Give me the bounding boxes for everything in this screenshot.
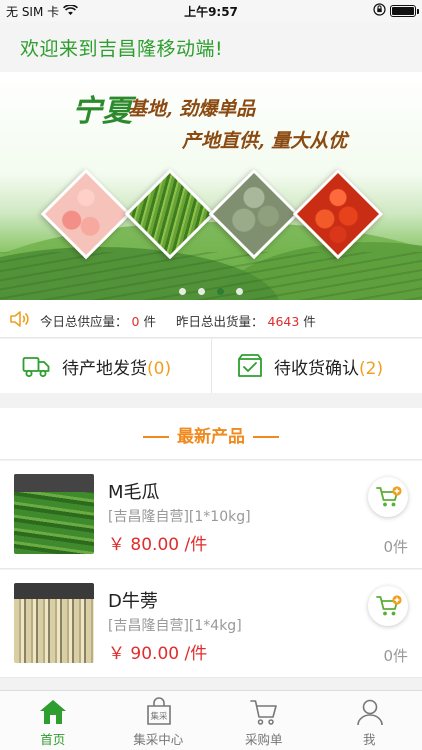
product-item[interactable]: M毛瓜 [吉昌隆自营][1*10kg] ￥ 80.00 /件 0件 <box>0 461 422 569</box>
new-products-title: 最新产品 <box>0 422 422 447</box>
yesterday-shipped-value: 4643 <box>267 314 300 329</box>
promo-banner[interactable]: 宁夏 基地, 劲爆单品 产地直供, 量大从优 <box>0 72 422 300</box>
today-supply-unit: 件 <box>143 314 156 329</box>
today-supply-value: 0 <box>131 314 140 329</box>
tab-purchase-label: 采购单 <box>244 732 283 747</box>
product-image[interactable] <box>14 583 94 663</box>
welcome-text: 欢迎来到吉昌隆移动端! <box>20 38 224 60</box>
new-products-header: 最新产品 <box>0 408 422 460</box>
product-quantity: 0件 <box>383 647 408 665</box>
cart-icon <box>249 697 279 727</box>
order-status-row: 待产地发货(0) 待收货确认(2) <box>0 339 422 393</box>
svg-text:集采: 集采 <box>150 711 168 722</box>
product-image[interactable] <box>14 474 94 554</box>
yesterday-shipped-unit: 件 <box>303 314 316 329</box>
orientation-lock-icon <box>373 3 386 19</box>
new-products-title-text: 最新产品 <box>177 427 245 447</box>
yesterday-shipped: 昨日总出货量： 4643 件 <box>176 311 316 330</box>
speaker-icon <box>9 309 31 329</box>
pending-shipment-text: 待产地发货(0) <box>62 354 171 379</box>
tab-purchase-order[interactable]: 采购单 <box>211 691 317 750</box>
add-to-cart-button[interactable] <box>368 586 408 626</box>
banner-subtitle-2: 产地直供, 量大从优 <box>182 130 348 152</box>
today-supply-label: 今日总供应量： <box>40 314 128 329</box>
carousel-dot[interactable] <box>198 288 205 295</box>
home-icon <box>38 697 68 727</box>
pending-receipt-count: (2) <box>359 359 384 379</box>
battery-icon <box>390 5 419 17</box>
carousel-dot-active[interactable] <box>217 288 224 295</box>
app-screen: 无 SIM 卡 上午9:57 欢迎来到吉昌隆移动端! 宁夏 基地, 劲爆单品 产… <box>0 0 422 750</box>
carousel-dots <box>0 288 422 295</box>
truck-icon <box>22 353 50 379</box>
bag-icon: 集采 <box>144 697 174 727</box>
status-right <box>373 3 419 19</box>
pending-shipment-count: (0) <box>147 359 172 379</box>
banner-title: 宁夏 <box>72 94 132 129</box>
supply-stats-bar: 今日总供应量： 0 件 昨日总出货量： 4643 件 <box>0 300 422 338</box>
product-price: ￥ 90.00 /件 <box>108 644 208 664</box>
tab-me[interactable]: 我 <box>317 691 422 750</box>
tab-procurement-label: 集采中心 <box>133 732 184 747</box>
person-icon <box>355 697 385 727</box>
yesterday-shipped-label: 昨日总出货量： <box>176 314 264 329</box>
tab-home[interactable]: 首页 <box>0 691 106 750</box>
pending-receipt-label: 待收货确认 <box>274 359 359 379</box>
product-price: ￥ 80.00 /件 <box>108 535 208 555</box>
status-bar: 无 SIM 卡 上午9:57 <box>0 0 422 22</box>
pending-shipment-label: 待产地发货 <box>62 359 147 379</box>
bottom-tab-bar: 首页 集采 集采中心 采购单 我 <box>0 690 422 750</box>
pending-shipment-button[interactable]: 待产地发货(0) <box>0 339 211 393</box>
tab-procurement-center[interactable]: 集采 集采中心 <box>106 691 212 750</box>
product-name: M毛瓜 <box>108 482 160 503</box>
delivery-box-icon <box>236 353 264 379</box>
product-name: D牛蒡 <box>108 591 158 612</box>
add-cart-icon <box>376 595 402 616</box>
product-spec: [吉昌隆自营][1*4kg] <box>108 618 242 634</box>
today-supply: 今日总供应量： 0 件 <box>40 311 156 330</box>
add-cart-icon <box>376 486 402 507</box>
carousel-dot[interactable] <box>179 288 186 295</box>
status-time: 上午9:57 <box>184 5 238 19</box>
tab-home-label: 首页 <box>40 732 66 747</box>
banner-subtitle-1: 基地, 劲爆单品 <box>128 98 256 120</box>
add-to-cart-button[interactable] <box>368 477 408 517</box>
product-item[interactable]: D牛蒡 [吉昌隆自营][1*4kg] ￥ 90.00 /件 0件 <box>0 570 422 678</box>
product-spec: [吉昌隆自营][1*10kg] <box>108 509 251 525</box>
product-quantity: 0件 <box>383 538 408 556</box>
welcome-bar: 欢迎来到吉昌隆移动端! <box>0 22 422 72</box>
pending-receipt-button[interactable]: 待收货确认(2) <box>211 339 422 393</box>
pending-receipt-text: 待收货确认(2) <box>274 354 383 379</box>
tab-me-label: 我 <box>362 732 376 747</box>
carousel-dot[interactable] <box>236 288 243 295</box>
